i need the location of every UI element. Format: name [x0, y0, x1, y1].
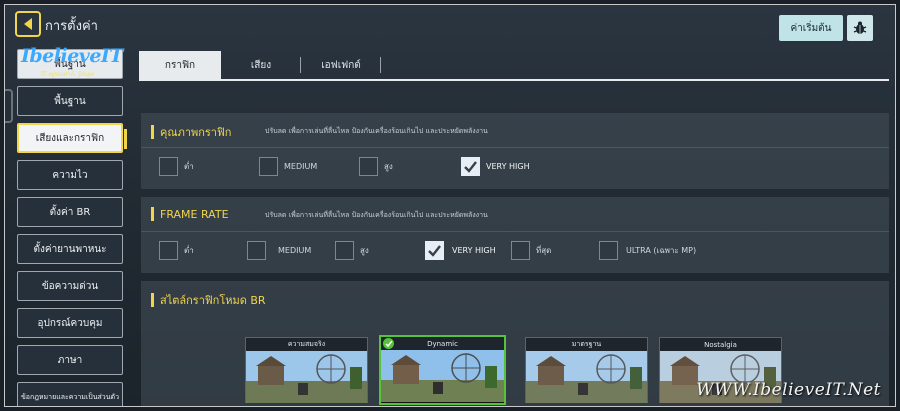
settings-sidebar: พื้นฐาน พื้นฐาน เสียงและกราฟิก ความไว ตั…: [17, 49, 127, 406]
quality-option-medium[interactable]: MEDIUM: [259, 157, 317, 176]
tab-effects[interactable]: เอฟเฟกต์: [301, 51, 381, 79]
settings-tabs: กราฟิก เสียง เอฟเฟกต์: [139, 51, 381, 79]
fps-option-max[interactable]: ที่สุด: [511, 241, 551, 260]
top-bar: การตั้งค่า ค่าเริ่มต้น: [5, 5, 895, 45]
graphics-quality-section: คุณภาพกราฟิก ปรับลด เพื่อการเล่นที่ลื่นไ…: [141, 113, 889, 189]
style-thumb-realistic[interactable]: ความสมจริง: [245, 337, 368, 403]
style-preview-image: [526, 351, 647, 403]
quality-option-high[interactable]: สูง: [359, 157, 393, 176]
section-accent-bar: [151, 125, 154, 139]
sidebar-item-label: ตั้งค่ายานพาหนะ: [33, 243, 107, 255]
checkmark-icon: [464, 161, 477, 173]
sidebar-item-label: เสียงและกราฟิก: [35, 132, 105, 144]
option-label: ที่สุด: [536, 246, 552, 255]
checkbox[interactable]: [159, 157, 178, 176]
section-header: FRAME RATE: [151, 207, 229, 221]
sidebar-item-label: ตั้งค่า BR: [49, 206, 91, 218]
option-label: MEDIUM: [284, 162, 318, 171]
side-drawer-handle[interactable]: [5, 89, 13, 123]
section-description: ปรับลด เพื่อการเล่นที่ลื่นไหล ป้องกันเคร…: [265, 211, 488, 219]
sidebar-item-audio-graphics[interactable]: เสียงและกราฟิก: [17, 123, 127, 153]
logo-tagline: IT อยู่รอบตัว & รู้ทันยุค: [41, 71, 94, 78]
sidebar-item-label: ภาษา: [57, 354, 83, 366]
fps-option-ultra[interactable]: ULTRA (เฉพาะ MP): [599, 241, 696, 260]
option-label: สูง: [360, 246, 369, 255]
ibelieveit-logo: IbelieveIT IT อยู่รอบตัว & รู้ทันยุค: [21, 45, 131, 81]
tab-graphics[interactable]: กราฟิก: [139, 51, 221, 79]
style-label: Dynamic: [381, 337, 504, 350]
section-accent-bar: [151, 207, 154, 221]
sidebar-item-sensitivity[interactable]: ความไว: [17, 160, 123, 190]
checkbox[interactable]: [259, 157, 278, 176]
section-title: FRAME RATE: [160, 207, 229, 221]
checkbox[interactable]: [159, 241, 178, 260]
sidebar-item-controls[interactable]: อุปกรณ์ควบคุม: [17, 308, 123, 338]
style-thumb-standard[interactable]: มาตรฐาน: [525, 337, 648, 403]
logo-text: IbelieveIT: [21, 45, 123, 67]
frame-rate-section: FRAME RATE ปรับลด เพื่อการเล่นที่ลื่นไหล…: [141, 197, 889, 273]
checkmark-icon: [428, 245, 441, 257]
checkbox[interactable]: [599, 241, 618, 260]
site-watermark: WWW.IbelieveIT.Net: [696, 380, 881, 400]
back-arrow-icon: [24, 18, 32, 30]
bug-report-button[interactable]: [847, 15, 873, 41]
tab-audio[interactable]: เสียง: [221, 51, 301, 79]
section-divider: [141, 147, 889, 148]
checkbox[interactable]: [335, 241, 354, 260]
option-label: MEDIUM: [278, 246, 312, 255]
option-label: ULTRA (เฉพาะ MP): [626, 246, 697, 255]
sidebar-item-quick-chat[interactable]: ข้อความด่วน: [17, 271, 123, 301]
section-header: สไตล์กราฟิกโหมด BR: [151, 291, 266, 309]
sidebar-item-vehicle[interactable]: ตั้งค่ายานพาหนะ: [17, 234, 123, 264]
sidebar-item-label: ความไว: [52, 169, 88, 181]
sidebar-item-label: อุปกรณ์ควบคุม: [37, 317, 103, 329]
style-label: ความสมจริง: [246, 338, 367, 351]
style-preview-image: [246, 351, 367, 403]
section-title: คุณภาพกราฟิก: [160, 126, 232, 139]
bug-icon: [853, 21, 867, 34]
sidebar-item-basic[interactable]: พื้นฐาน: [17, 86, 123, 116]
settings-main-panel: กราฟิก เสียง เอฟเฟกต์ คุณภาพกราฟิก ปรับล…: [139, 51, 889, 406]
option-label: ต่ำ: [184, 246, 194, 255]
fps-option-medium[interactable]: MEDIUM: [247, 241, 311, 260]
tab-underline: [139, 79, 889, 81]
sidebar-item-br-settings[interactable]: ตั้งค่า BR: [17, 197, 123, 227]
checkbox[interactable]: [511, 241, 530, 260]
back-button[interactable]: [15, 11, 41, 37]
sidebar-item-legal-privacy[interactable]: ข้อกฎหมายและความเป็นส่วนตัว: [17, 382, 123, 406]
section-header: คุณภาพกราฟิก: [151, 123, 231, 141]
selected-check-icon: [383, 338, 394, 349]
fps-option-low[interactable]: ต่ำ: [159, 241, 194, 260]
reset-default-button[interactable]: ค่าเริ่มต้น: [779, 15, 843, 41]
option-label: VERY HIGH: [486, 162, 530, 171]
quality-option-very-high[interactable]: VERY HIGH: [461, 157, 530, 176]
section-title: สไตล์กราฟิกโหมด BR: [160, 294, 266, 307]
section-accent-bar: [151, 293, 154, 307]
style-preview-image: [381, 350, 504, 402]
style-label: มาตรฐาน: [526, 338, 647, 351]
sidebar-item-label: ข้อกฎหมายและความเป็นส่วนตัว: [21, 392, 119, 401]
section-divider: [141, 231, 889, 232]
checkbox-checked[interactable]: [461, 157, 480, 176]
fps-option-very-high[interactable]: VERY HIGH: [425, 241, 496, 260]
option-label: ต่ำ: [184, 162, 194, 171]
section-description: ปรับลด เพื่อการเล่นที่ลื่นไหล ป้องกันเคร…: [265, 127, 488, 135]
option-label: สูง: [384, 162, 393, 171]
style-thumb-dynamic[interactable]: Dynamic: [379, 335, 506, 405]
option-label: VERY HIGH: [452, 246, 496, 255]
sidebar-item-language[interactable]: ภาษา: [17, 345, 123, 375]
quality-option-low[interactable]: ต่ำ: [159, 157, 194, 176]
fps-option-high[interactable]: สูง: [335, 241, 369, 260]
game-settings-screen: การตั้งค่า ค่าเริ่มต้น พื้นฐาน พื้นฐาน เ…: [4, 4, 896, 407]
checkbox-checked[interactable]: [425, 241, 444, 260]
sidebar-item-label: พื้นฐาน: [54, 95, 86, 107]
style-label: Nostalgia: [660, 338, 781, 351]
sidebar-item-label: ข้อความด่วน: [41, 280, 99, 292]
page-title: การตั้งค่า: [45, 19, 98, 34]
checkbox[interactable]: [247, 241, 266, 260]
checkbox[interactable]: [359, 157, 378, 176]
